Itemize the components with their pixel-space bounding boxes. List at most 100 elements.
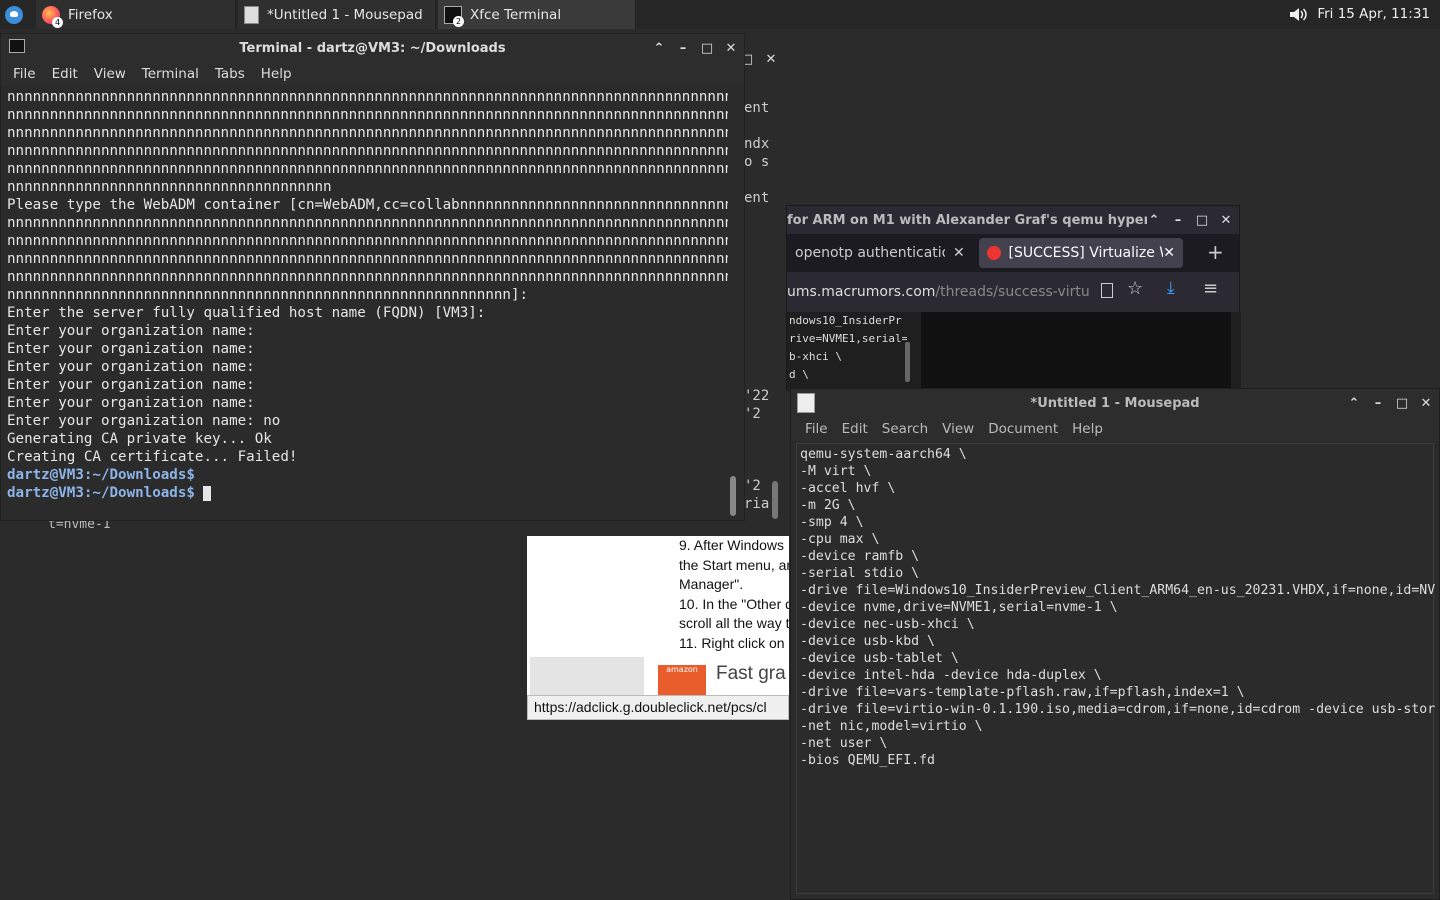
article-line: Manager".: [679, 576, 744, 593]
taskbar-firefox[interactable]: 4 Firefox: [36, 0, 236, 29]
prompt-user: dartz@VM3: [7, 485, 84, 501]
top-panel: 4 Firefox *Untitled 1 - Mousepad 2 Xfce …: [0, 0, 1440, 29]
close-icon[interactable]: ✕: [1419, 396, 1433, 411]
window-title: *Untitled 1 - Mousepad: [1030, 395, 1200, 411]
terminal-line: Enter the server fully qualified host na…: [7, 305, 486, 321]
strip-text: '22: [744, 388, 770, 404]
menu-hamburger-icon[interactable]: ≡: [1203, 278, 1218, 299]
close-icon[interactable]: ✕: [1219, 213, 1233, 228]
volume-icon[interactable]: [1288, 6, 1308, 23]
terminal-line: nnnnnnnnnnnnnnnnnnnnnnnnnnnnnnnnnnnnnnnn…: [7, 287, 529, 303]
bookmark-star-icon[interactable]: ☆: [1127, 278, 1143, 299]
article-line: the Start menu, ar: [679, 556, 789, 573]
chevron-up-icon[interactable]: ⌃: [652, 41, 666, 56]
menu-edit[interactable]: Edit: [52, 66, 78, 82]
maximize-icon[interactable]: □: [1395, 396, 1409, 411]
menu-file[interactable]: File: [805, 421, 828, 437]
close-icon[interactable]: ✕: [764, 52, 778, 67]
tab-strip: openotp authentication ✕ [SUCCESS] Virtu…: [787, 234, 1239, 272]
menu-view[interactable]: View: [94, 66, 126, 82]
tab-openotp[interactable]: openotp authentication ✕: [787, 238, 975, 268]
tab-label: openotp authentication: [795, 245, 945, 261]
taskbar-mousepad-label: *Untitled 1 - Mousepad: [267, 6, 423, 23]
terminal-line: Enter your organization name:: [7, 341, 255, 357]
minimize-icon[interactable]: –: [1371, 396, 1385, 411]
editor-line: -bios QEMU_EFI.fd: [800, 753, 935, 768]
close-icon[interactable]: ✕: [724, 41, 738, 56]
terminal-titlebar[interactable]: Terminal - dartz@VM3: ~/Downloads ⌃ – □ …: [1, 34, 744, 62]
terminal-line: Please type the WebADM container [cn=Web…: [7, 197, 728, 213]
close-tab-icon[interactable]: ✕: [953, 245, 965, 261]
strip-text: ent: [744, 100, 770, 116]
whisker-menu-icon[interactable]: [0, 0, 28, 29]
terminal-line: nnnnnnnnnnnnnnnnnnnnnnnnnnnnnnnnnnnnnnnn…: [7, 143, 728, 159]
amazon-logo-text: amazon: [666, 665, 698, 674]
terminal-output[interactable]: nnnnnnnnnnnnnnnnnnnnnnnnnnnnnnnnnnnnnnnn…: [7, 88, 728, 520]
tab-label: [SUCCESS] Virtualize Wi: [1008, 245, 1164, 261]
background-window-strip: □ ✕ ent ndx o s ent '22 '2 '2 ria: [740, 45, 788, 525]
terminal-line: Generating CA private key... Ok: [7, 431, 272, 447]
mousepad-titlebar[interactable]: *Untitled 1 - Mousepad ⌃ – □ ✕: [791, 389, 1439, 417]
editor-line: -device usb-tablet \: [800, 651, 959, 666]
clock[interactable]: Fri 15 Apr, 11:31: [1317, 0, 1430, 29]
menu-help[interactable]: Help: [1072, 421, 1103, 437]
editor-line: -M virt \: [800, 464, 872, 479]
new-tab-icon[interactable]: +: [1207, 240, 1224, 264]
menu-edit[interactable]: Edit: [842, 421, 868, 437]
taskbar-terminal[interactable]: 2 Xfce Terminal: [438, 0, 636, 29]
terminal-app-icon: [9, 39, 25, 53]
menu-help[interactable]: Help: [261, 66, 292, 82]
reader-view-icon[interactable]: [1101, 283, 1113, 298]
mousepad-window: *Untitled 1 - Mousepad ⌃ – □ ✕ File Edit…: [790, 388, 1440, 900]
text-editor[interactable]: qemu-system-aarch64 \ -M virt \ -accel hvf…: [796, 443, 1435, 894]
firefox-icon: 4: [42, 5, 63, 28]
taskbar-terminal-label: Xfce Terminal: [470, 6, 562, 23]
terminal-line: Creating CA certificate... Failed!: [7, 449, 298, 465]
article-line: scroll all the way t: [679, 615, 789, 632]
status-bar-url: https://adclick.g.doubleclick.net/pcs/cl: [527, 695, 789, 720]
advertisement[interactable]: amazon Fast gra: [530, 657, 789, 695]
scrollbar-thumb[interactable]: [772, 481, 778, 519]
scrollbar-thumb[interactable]: [730, 476, 736, 516]
url-field[interactable]: ums.macrumors.com/threads/success-virtu: [787, 284, 1097, 300]
strip-text: '2: [744, 406, 761, 422]
menu-view[interactable]: View: [942, 421, 974, 437]
menu-file[interactable]: File: [13, 66, 36, 82]
chevron-up-icon[interactable]: ⌃: [1147, 213, 1161, 228]
menu-document[interactable]: Document: [988, 421, 1058, 437]
menu-terminal[interactable]: Terminal: [142, 66, 199, 82]
editor-line: -net nic,model=virtio \: [800, 719, 983, 734]
minimize-icon[interactable]: –: [1171, 213, 1185, 228]
maximize-icon[interactable]: □: [700, 41, 714, 56]
prompt-line: dartz@VM3:~/Downloads$: [7, 484, 728, 502]
chevron-up-icon[interactable]: ⌃: [1347, 396, 1361, 411]
tab-success[interactable]: [SUCCESS] Virtualize Wi ✕: [979, 238, 1183, 268]
firefox-titlebar[interactable]: for ARM on M1 with Alexander Graf's qemu…: [787, 206, 1239, 234]
menu-search[interactable]: Search: [882, 421, 928, 437]
maximize-icon[interactable]: □: [1195, 213, 1209, 228]
editor-line: -drive file=vars-template-pflash.raw,if=…: [800, 685, 1245, 700]
taskbar-mousepad[interactable]: *Untitled 1 - Mousepad: [238, 0, 436, 29]
terminal-line: Enter your organization name:: [7, 395, 255, 411]
prompt-sign: $: [186, 467, 204, 483]
terminal-line: Enter your organization name:: [7, 377, 255, 393]
editor-content[interactable]: qemu-system-aarch64 \ -M virt \ -accel hvf…: [800, 446, 1435, 769]
terminal-icon: 2: [444, 5, 464, 27]
editor-line: -smp 4 \: [800, 515, 864, 530]
terminal-line: Enter your organization name:: [7, 323, 255, 339]
address-bar[interactable]: ums.macrumors.com/threads/success-virtu …: [787, 272, 1239, 312]
url-path: /threads/success-virtu: [935, 284, 1090, 300]
snippet-line: b-xhci \: [789, 350, 842, 363]
scrollbar-thumb[interactable]: [905, 342, 910, 382]
menu-tabs[interactable]: Tabs: [215, 66, 245, 82]
terminal-line: nnnnnnnnnnnnnnnnnnnnnnnnnnnnnnnnnnnnnnnn…: [7, 161, 728, 177]
minimize-icon[interactable]: –: [676, 41, 690, 56]
close-tab-icon[interactable]: ✕: [1163, 245, 1175, 261]
editor-line: -cpu max \: [800, 532, 880, 547]
url-host: ums.macrumors.com: [787, 284, 936, 300]
window-title: for ARM on M1 with Alexander Graf's qemu…: [787, 212, 1147, 228]
text-cursor: [203, 485, 212, 501]
taskbar-firefox-label: Firefox: [68, 6, 113, 23]
ad-text: Fast gra: [716, 663, 786, 684]
download-icon[interactable]: ⤓: [1167, 278, 1175, 298]
